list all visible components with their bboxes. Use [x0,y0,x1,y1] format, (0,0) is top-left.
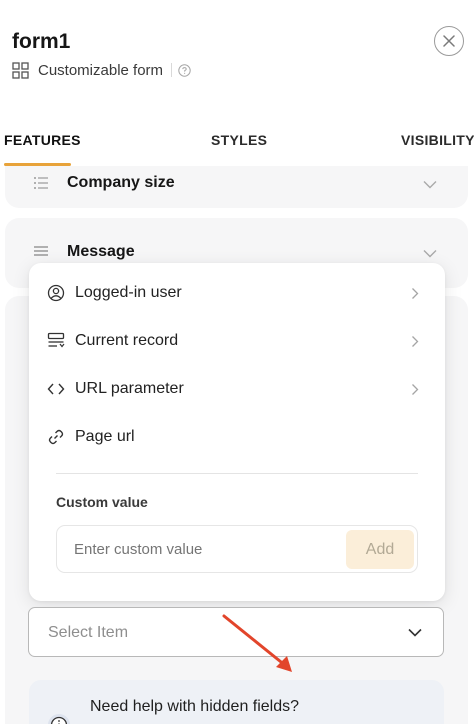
subtitle-row: Customizable form [12,60,191,80]
grid-icon [12,61,29,79]
field-label-company-size: Company size [67,174,175,191]
menu-item-url-parameter[interactable]: URL parameter [29,367,445,411]
question-circle-icon[interactable] [178,63,191,77]
close-icon [443,35,455,47]
menu-item-label: Logged-in user [75,284,182,301]
add-button[interactable]: Add [346,530,414,569]
page-title: form1 [12,30,71,53]
panel-header: form1 Customizable form [0,0,474,110]
default-value-dropdown: Logged-in user Current record URL parame… [29,263,445,601]
field-label-message: Message [67,243,135,260]
custom-value-input[interactable] [74,541,324,558]
code-icon [47,383,65,395]
features-panel: Company size Message Logged-in user Curr… [0,166,474,724]
close-button[interactable] [434,26,464,56]
field-header: Message [33,243,135,261]
subtitle-divider [171,63,173,77]
tab-bar: FEATURES STYLES VISIBILITY [0,118,474,166]
tab-styles[interactable]: STYLES [211,132,267,148]
help-text: Need help with hidden fields? [90,698,300,715]
component-type-label: Customizable form [38,61,164,79]
info-icon [48,714,70,724]
annotation-arrow-icon [222,614,292,672]
chevron-right-icon [412,383,419,395]
field-card-company-size[interactable]: Company size [5,166,468,208]
menu-item-page-url[interactable]: Page url [29,415,445,459]
text-lines-icon [34,246,48,256]
chevron-down-icon [408,628,422,637]
chevron-right-icon [412,335,419,347]
field-header: Company size [33,174,175,192]
custom-value-field: Add [56,525,418,573]
list-icon [34,177,48,189]
tab-features[interactable]: FEATURES [4,132,81,148]
tab-visibility[interactable]: VISIBILITY [401,132,474,148]
menu-item-label: Current record [75,332,179,349]
select-placeholder: Select Item [48,624,129,641]
menu-item-current-record[interactable]: Current record [29,319,445,363]
menu-item-label: URL parameter [75,380,184,397]
help-banner[interactable]: Need help with hidden fields? [29,680,444,724]
record-icon [47,332,65,348]
chevron-down-icon[interactable] [423,249,437,258]
chevron-right-icon [412,287,419,299]
link-icon [48,429,64,445]
custom-value-label: Custom value [56,494,148,510]
menu-item-logged-in-user[interactable]: Logged-in user [29,271,445,315]
menu-item-label: Page url [75,428,135,445]
menu-divider [56,473,418,474]
chevron-down-icon[interactable] [423,180,437,189]
user-circle-icon [47,284,65,302]
